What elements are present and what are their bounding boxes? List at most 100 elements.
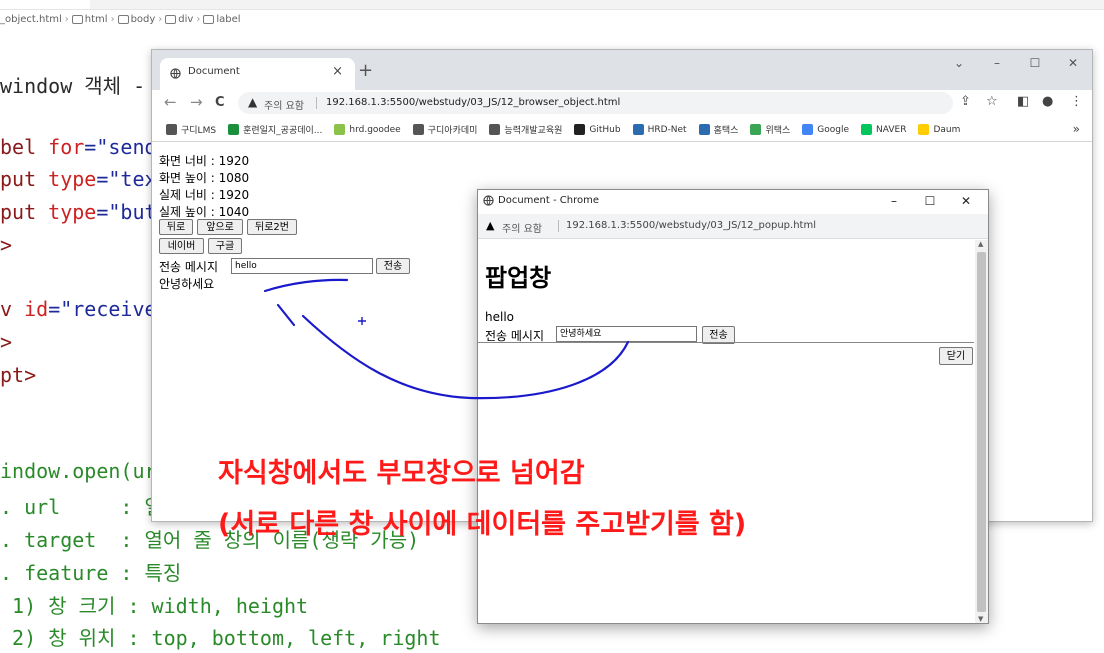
bookmark-item[interactable]: 구디LMS bbox=[166, 123, 216, 136]
forward-button[interactable]: 앞으로 bbox=[197, 219, 243, 235]
code-line[interactable]: 2) 창 위치 : top, bottom, left, right bbox=[0, 622, 440, 651]
screen-height-text: 화면 높이 : 1080 bbox=[159, 171, 250, 185]
code-line[interactable]: window 객체 - bbox=[0, 70, 145, 99]
tab-title: Document bbox=[188, 66, 240, 77]
code-line[interactable]: 1) 창 크기 : width, height bbox=[0, 590, 308, 619]
browser-tab[interactable]: Document × bbox=[160, 58, 355, 90]
bookmark-item[interactable]: hrd.goodee bbox=[334, 124, 401, 135]
element-icon bbox=[117, 14, 129, 24]
code-line[interactable]: put type="but bbox=[0, 200, 157, 224]
popup-window: Document - Chrome – ☐ ✕ ▲ 주의 요함 192.168.… bbox=[477, 189, 989, 624]
bookmark-item[interactable]: 구디아카데미 bbox=[412, 123, 477, 136]
send-message-label: 전송 메시지 bbox=[159, 260, 219, 274]
breadcrumb-html[interactable]: html bbox=[85, 14, 108, 25]
popup-security-label[interactable]: 주의 요함 bbox=[502, 220, 542, 235]
minimize-button[interactable]: – bbox=[978, 50, 1016, 80]
bookmark-favicon-icon bbox=[861, 124, 873, 135]
popup-address-bar[interactable]: ▲ 주의 요함 192.168.1.3:5500/webstudy/03_JS/… bbox=[478, 214, 988, 239]
popup-heading: 팝업창 bbox=[485, 264, 552, 292]
scroll-down-icon[interactable]: ▼ bbox=[978, 615, 983, 623]
send-button[interactable]: 전송 bbox=[376, 258, 410, 274]
code-line[interactable]: indow.open(ur bbox=[0, 459, 157, 483]
bookmark-item[interactable]: 훈련일지_공공데이... bbox=[228, 123, 322, 136]
bookmark-item[interactable]: Google bbox=[802, 124, 849, 135]
actual-width-text: 실제 너비 : 1920 bbox=[159, 188, 250, 202]
breadcrumb-label[interactable]: label bbox=[216, 14, 240, 25]
code-line[interactable]: v id="receive bbox=[0, 297, 157, 321]
annotation-note-line2: (서로 다른 창 사이에 데이터를 주고받기를 함) bbox=[218, 509, 747, 540]
back-button[interactable]: 뒤로 bbox=[159, 219, 193, 235]
share-icon[interactable]: ⇪ bbox=[960, 94, 971, 109]
code-line[interactable]: . feature : 특징 bbox=[0, 557, 181, 586]
naver-button[interactable]: 네이버 bbox=[159, 238, 204, 254]
security-label[interactable]: 주의 요함 bbox=[264, 97, 304, 112]
editor-tab-strip bbox=[0, 0, 1104, 10]
profile-icon[interactable]: ● bbox=[1042, 94, 1053, 109]
chevron-right-icon: › bbox=[110, 13, 115, 25]
bookmark-label: Daum bbox=[933, 124, 961, 135]
code-line[interactable]: bel for="send bbox=[0, 135, 157, 159]
browser-titlebar: Document × + ⌄ – ☐ ✕ bbox=[152, 50, 1092, 90]
browser-toolbar: ← → C ▲ 주의 요함 192.168.1.3:5500/webstudy/… bbox=[152, 90, 1092, 116]
globe-icon bbox=[170, 68, 181, 79]
code-token: ="tex bbox=[96, 167, 157, 191]
back-arrow-icon[interactable]: ← bbox=[164, 93, 177, 111]
close-window-button[interactable]: ✕ bbox=[1054, 50, 1092, 80]
popup-close-button[interactable]: 닫기 bbox=[939, 347, 973, 365]
bookmark-item[interactable]: 홈택스 bbox=[698, 123, 738, 136]
code-line[interactable]: pt> bbox=[0, 363, 36, 387]
bookmark-item[interactable]: HRD-Net bbox=[632, 124, 687, 135]
bookmark-favicon-icon bbox=[918, 124, 930, 135]
scrollbar-thumb[interactable] bbox=[977, 252, 986, 612]
bookmark-favicon-icon bbox=[802, 124, 814, 135]
address-bar[interactable]: ▲ 주의 요함 192.168.1.3:5500/webstudy/03_JS/… bbox=[238, 92, 953, 114]
popup-title: Document - Chrome bbox=[498, 195, 599, 206]
editor-active-tab[interactable] bbox=[0, 0, 90, 9]
bookmark-favicon-icon bbox=[632, 124, 644, 135]
code-line[interactable]: . url : 열 bbox=[0, 491, 163, 520]
code-line[interactable]: > bbox=[0, 233, 12, 257]
code-token: . url : 열 bbox=[0, 495, 163, 519]
close-tab-icon[interactable]: × bbox=[332, 64, 343, 79]
send-message-input[interactable]: hello bbox=[231, 258, 373, 274]
code-token: bel bbox=[0, 135, 49, 159]
maximize-button[interactable]: ☐ bbox=[1016, 50, 1054, 80]
bookmark-item[interactable]: GitHub bbox=[574, 124, 621, 135]
google-button[interactable]: 구글 bbox=[208, 238, 242, 254]
element-icon bbox=[165, 14, 177, 24]
bookmarks-overflow-icon[interactable]: » bbox=[1073, 122, 1080, 136]
new-tab-button[interactable]: + bbox=[358, 60, 373, 81]
breadcrumb-file[interactable]: _object.html bbox=[0, 14, 62, 25]
code-line[interactable]: > bbox=[0, 330, 12, 354]
forward-arrow-icon[interactable]: → bbox=[190, 93, 203, 111]
code-token: indow.open(ur bbox=[0, 459, 157, 483]
code-line[interactable]: put type="tex bbox=[0, 167, 157, 191]
bookmark-item[interactable]: Daum bbox=[918, 124, 960, 135]
breadcrumb-div[interactable]: div bbox=[178, 14, 193, 25]
bookmark-item[interactable]: NAVER bbox=[861, 124, 906, 135]
back-two-button[interactable]: 뒤로2번 bbox=[247, 219, 297, 235]
menu-icon[interactable]: ⋮ bbox=[1070, 94, 1083, 109]
popup-send-input[interactable]: 안녕하세요 bbox=[556, 326, 697, 342]
code-token: ="receive bbox=[48, 297, 157, 321]
chevron-right-icon: › bbox=[196, 13, 201, 25]
scroll-up-icon[interactable]: ▲ bbox=[978, 240, 983, 248]
breadcrumb-body[interactable]: body bbox=[131, 14, 156, 25]
element-icon bbox=[71, 14, 83, 24]
code-token: for bbox=[48, 135, 85, 159]
url-text[interactable]: 192.168.1.3:5500/webstudy/03_JS/12_brows… bbox=[326, 97, 620, 108]
bookmark-star-icon[interactable]: ☆ bbox=[986, 94, 998, 109]
popup-scrollbar[interactable]: ▲ ▼ bbox=[975, 240, 988, 623]
code-token: > bbox=[0, 233, 13, 257]
bookmark-item[interactable]: 위택스 bbox=[750, 123, 790, 136]
popup-url-text[interactable]: 192.168.1.3:5500/webstudy/03_JS/12_popup… bbox=[566, 220, 816, 231]
tab-search-icon[interactable]: ⌄ bbox=[940, 50, 978, 80]
side-panel-icon[interactable]: ◧ bbox=[1017, 94, 1029, 109]
popup-maximize-button[interactable]: ☐ bbox=[912, 190, 948, 212]
popup-content: 팝업창 hello 전송 메시지 안녕하세요 전송 닫기 bbox=[478, 240, 974, 623]
reload-icon[interactable]: C bbox=[215, 95, 225, 110]
bookmark-item[interactable]: 능력개발교육원 bbox=[489, 123, 562, 136]
bookmarks-bar: 구디LMS 훈련일지_공공데이... hrd.goodee 구디아카데미 능력개발교육원… bbox=[152, 118, 1092, 142]
popup-minimize-button[interactable]: – bbox=[876, 190, 912, 212]
popup-close-window-button[interactable]: ✕ bbox=[948, 190, 984, 212]
